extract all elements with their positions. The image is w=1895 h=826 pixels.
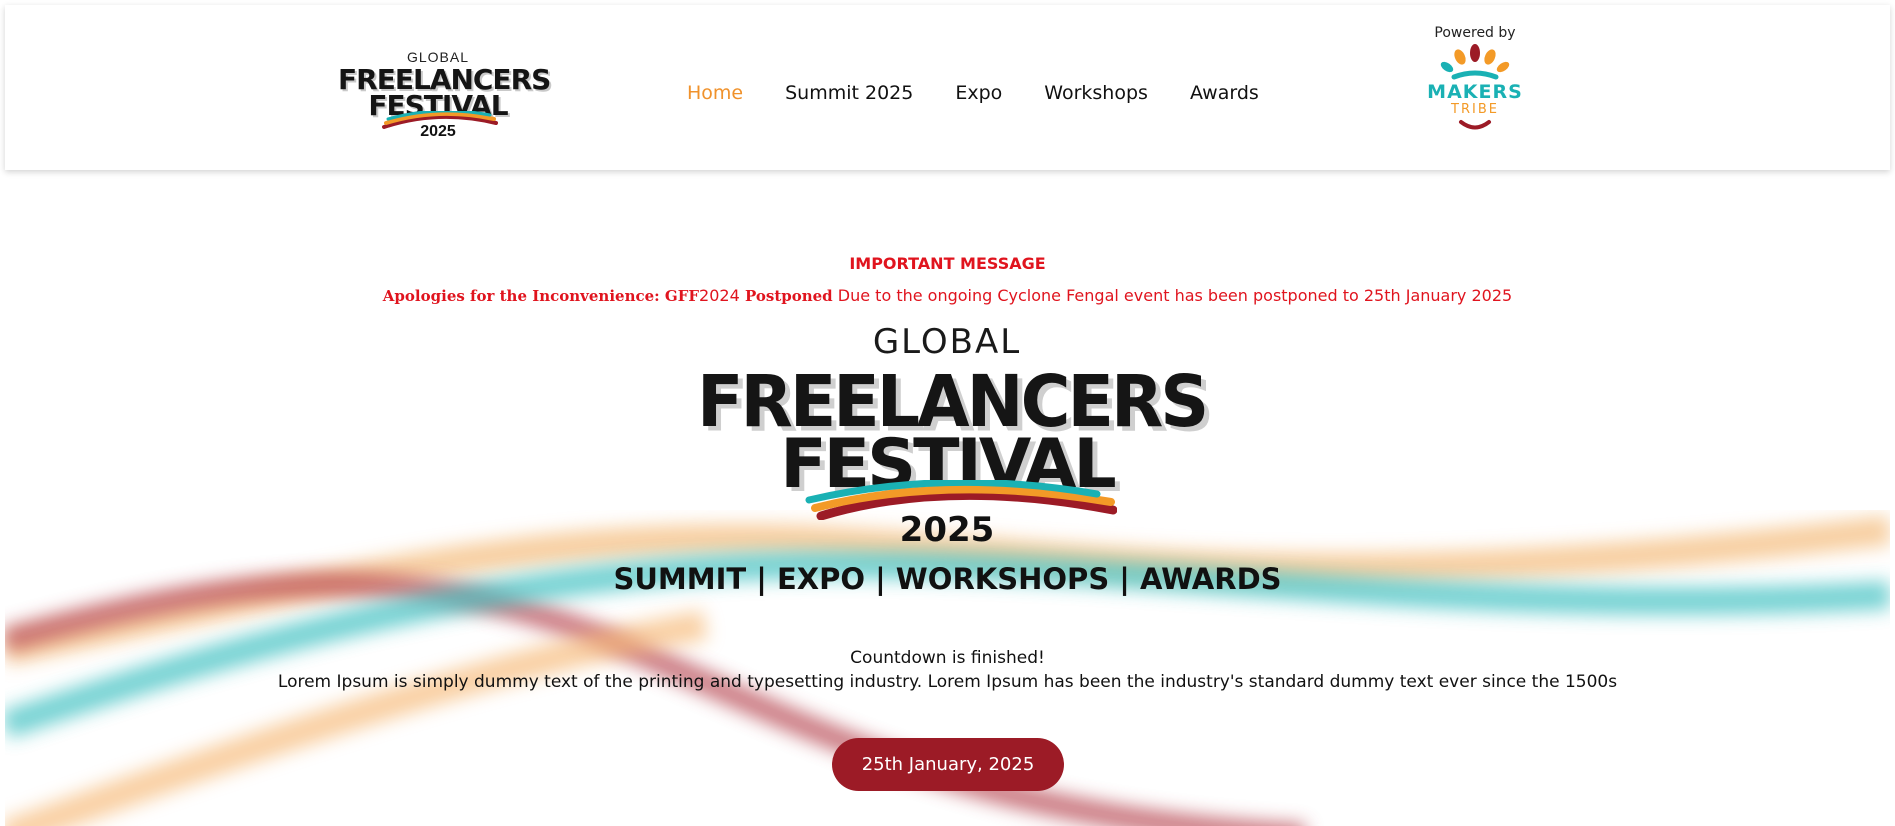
nav-workshops[interactable]: Workshops — [1044, 77, 1148, 109]
powered-by-label: Powered by — [1434, 25, 1516, 41]
nav-summit-2025[interactable]: Summit 2025 — [785, 77, 913, 109]
nav-home[interactable]: Home — [687, 77, 743, 109]
important-message-title: IMPORTANT MESSAGE — [849, 254, 1046, 273]
countdown-status: Countdown is finished! — [850, 648, 1045, 668]
festival-logo[interactable]: GLOBAL FREELANCERS FESTIVAL 2025 — [338, 45, 551, 145]
notice-postponed: Postponed — [739, 287, 833, 305]
hero-year-text: 2025 — [899, 510, 995, 550]
hero-tagline: SUMMIT | EXPO | WORKSHOPS | AWARDS — [613, 562, 1282, 596]
nav-awards[interactable]: Awards — [1190, 77, 1259, 109]
notice-year: 2024 — [699, 286, 740, 305]
main-nav: Home Summit 2025 Expo Workshops Awards — [687, 77, 1301, 109]
tribe-smile-icon — [1459, 120, 1491, 130]
makers-text: MAKERS — [1427, 81, 1523, 103]
nav-expo[interactable]: Expo — [955, 77, 1002, 109]
logo-year-text: 2025 — [420, 123, 456, 140]
hero-description: Lorem Ipsum is simply dummy text of the … — [277, 672, 1618, 692]
tribe-text: TRIBE — [1451, 102, 1499, 117]
important-message-text: Apologies for the Inconvenience: GFF2024… — [0, 286, 1895, 305]
site-header: GLOBAL FREELANCERS FESTIVAL 2025 Home Su… — [5, 5, 1890, 170]
hero-global-text: GLOBAL — [872, 322, 1022, 362]
makers-tribe-logo-icon — [1440, 44, 1510, 80]
powered-by-block[interactable]: Powered by MAKERS TRIBE — [1415, 25, 1535, 155]
notice-body: Due to the ongoing Cyclone Fengal event … — [832, 286, 1513, 305]
hero-festival-logo: GLOBAL FREELANCERS FESTIVAL 2025 — [697, 322, 1209, 552]
event-date-button[interactable]: 25th January, 2025 — [832, 738, 1064, 791]
notice-bold-lead: Apologies for the Inconvenience: GFF — [382, 287, 700, 305]
